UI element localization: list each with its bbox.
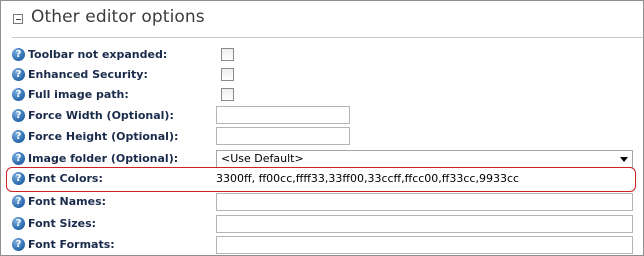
editor-options-panel: Other editor options ? Toolbar not expan… — [0, 0, 644, 256]
image-folder-label: Image folder (Optional): — [28, 152, 179, 165]
force-height-input[interactable] — [216, 127, 350, 145]
row-toolbar-not-expanded: ? Toolbar not expanded: — [1, 46, 643, 67]
toolbar-not-expanded-checkbox[interactable] — [221, 48, 234, 61]
image-folder-select[interactable]: <Use Default> — [216, 150, 633, 168]
help-icon[interactable]: ? — [12, 238, 25, 251]
force-width-label: Force Width (Optional): — [28, 109, 174, 122]
row-font-colors: ? Font Colors: 3300ff, ff00cc,ffff33,33f… — [1, 169, 643, 190]
full-image-path-label: Full image path: — [28, 88, 129, 101]
help-icon[interactable]: ? — [12, 217, 25, 230]
help-icon[interactable]: ? — [12, 88, 25, 101]
help-icon[interactable]: ? — [12, 152, 25, 165]
font-names-label: Font Names: — [28, 195, 107, 208]
minus-box-icon[interactable] — [13, 14, 23, 24]
help-icon[interactable]: ? — [12, 172, 25, 185]
help-icon[interactable]: ? — [12, 48, 25, 61]
enhanced-security-checkbox[interactable] — [221, 68, 234, 81]
row-full-image-path: ? Full image path: — [1, 87, 643, 108]
row-force-width: ? Force Width (Optional): — [1, 106, 643, 127]
row-enhanced-security: ? Enhanced Security: — [1, 67, 643, 88]
font-colors-label: Font Colors: — [28, 172, 103, 185]
force-width-input[interactable] — [216, 106, 350, 124]
row-force-height: ? Force Height (Optional): — [1, 127, 643, 148]
font-formats-input[interactable] — [216, 236, 633, 254]
chevron-down-icon[interactable] — [620, 157, 628, 162]
row-font-sizes: ? Font Sizes: — [1, 215, 643, 236]
section-divider — [12, 37, 643, 38]
help-icon[interactable]: ? — [12, 68, 25, 81]
help-icon[interactable]: ? — [12, 130, 25, 143]
help-icon[interactable]: ? — [12, 109, 25, 122]
font-formats-label: Font Formats: — [28, 238, 115, 251]
toolbar-not-expanded-label: Toolbar not expanded: — [28, 48, 168, 61]
row-font-formats: ? Font Formats: — [1, 236, 643, 255]
section-title: Other editor options — [31, 7, 205, 27]
enhanced-security-label: Enhanced Security: — [28, 68, 148, 81]
font-sizes-label: Font Sizes: — [28, 217, 97, 230]
force-height-label: Force Height (Optional): — [28, 130, 179, 143]
image-folder-selected-value: <Use Default> — [221, 152, 304, 165]
row-font-names: ? Font Names: — [1, 193, 643, 214]
section-header[interactable]: Other editor options — [1, 1, 643, 37]
help-icon[interactable]: ? — [12, 195, 25, 208]
font-colors-input[interactable]: 3300ff, ff00cc,ffff33,33ff00,33ccff,ffcc… — [216, 172, 519, 185]
font-sizes-input[interactable] — [216, 215, 633, 233]
full-image-path-checkbox[interactable] — [221, 88, 234, 101]
font-names-input[interactable] — [216, 193, 633, 211]
